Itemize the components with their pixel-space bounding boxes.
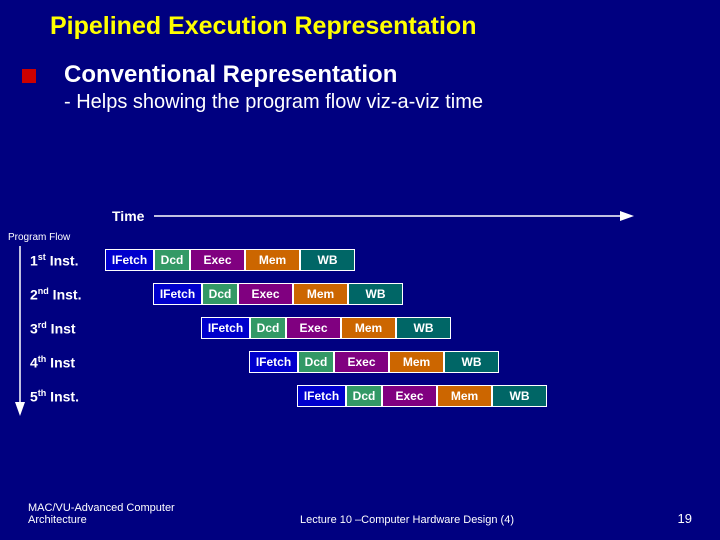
stage-exec: Exec xyxy=(382,385,437,407)
footer-center: Lecture 10 –Computer Hardware Design (4) xyxy=(300,514,540,526)
stage-wb: WB xyxy=(492,385,547,407)
pipeline-row: 3rd Inst IFetch Dcd Exec Mem WB xyxy=(30,314,720,342)
stage-dcd: Dcd xyxy=(154,249,190,271)
stage-mem: Mem xyxy=(293,283,348,305)
inst-label: 4th Inst xyxy=(30,354,105,371)
stage-mem: Mem xyxy=(389,351,444,373)
stage-exec: Exec xyxy=(286,317,341,339)
slide-title: Pipelined Execution Representation xyxy=(0,0,720,61)
stage-dcd: Dcd xyxy=(346,385,382,407)
stage-exec: Exec xyxy=(238,283,293,305)
stage-wb: WB xyxy=(396,317,451,339)
inst-label: 5th Inst. xyxy=(30,388,105,405)
subtitle-row: Conventional Representation xyxy=(0,61,720,89)
footer-left: MAC/VU-Advanced Computer Architecture xyxy=(28,502,188,526)
stage-exec: Exec xyxy=(334,351,389,373)
stage-mem: Mem xyxy=(245,249,300,271)
stage-wb: WB xyxy=(444,351,499,373)
pipeline-row: 2nd Inst. IFetch Dcd Exec Mem WB xyxy=(30,280,720,308)
pipeline-row: 5th Inst. IFetch Dcd Exec Mem WB xyxy=(30,382,720,410)
stage-mem: Mem xyxy=(437,385,492,407)
stage-ifetch: IFetch xyxy=(105,249,154,271)
stage-dcd: Dcd xyxy=(202,283,238,305)
arrow-right-icon xyxy=(154,209,634,223)
slide-footer: MAC/VU-Advanced Computer Architecture Le… xyxy=(0,502,720,526)
stage-dcd: Dcd xyxy=(298,351,334,373)
inst-label: 2nd Inst. xyxy=(30,286,105,303)
program-flow-label: Program Flow xyxy=(8,232,70,243)
time-axis: Time xyxy=(112,208,634,224)
stage-ifetch: IFetch xyxy=(249,351,298,373)
stage-dcd: Dcd xyxy=(250,317,286,339)
pipeline-diagram: 1st Inst. IFetch Dcd Exec Mem WB 2nd Ins… xyxy=(30,246,720,416)
arrow-down-icon xyxy=(14,246,26,416)
stage-exec: Exec xyxy=(190,249,245,271)
stage-ifetch: IFetch xyxy=(297,385,346,407)
pipeline-row: 4th Inst IFetch Dcd Exec Mem WB xyxy=(30,348,720,376)
inst-label: 3rd Inst xyxy=(30,320,105,337)
subtitle-text: Conventional Representation xyxy=(64,61,397,89)
time-label: Time xyxy=(112,208,144,224)
stage-ifetch: IFetch xyxy=(153,283,202,305)
bullet-icon xyxy=(22,69,36,83)
stage-wb: WB xyxy=(348,283,403,305)
page-number: 19 xyxy=(652,511,692,526)
description-text: - Helps showing the program flow viz-a-v… xyxy=(0,89,720,114)
stage-ifetch: IFetch xyxy=(201,317,250,339)
stage-wb: WB xyxy=(300,249,355,271)
stage-mem: Mem xyxy=(341,317,396,339)
pipeline-row: 1st Inst. IFetch Dcd Exec Mem WB xyxy=(30,246,720,274)
inst-label: 1st Inst. xyxy=(30,252,105,269)
